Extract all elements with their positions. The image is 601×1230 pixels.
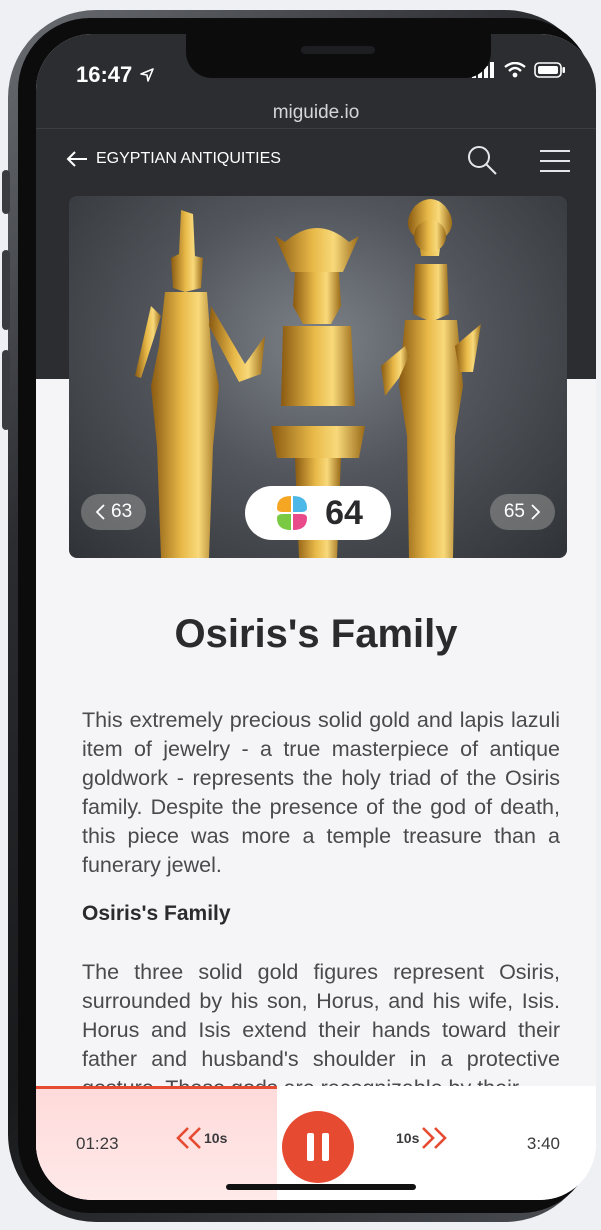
fast-forward-icon	[422, 1127, 448, 1149]
rewind-icon	[176, 1127, 201, 1149]
article-content: Osiris's Family This extremely precious …	[36, 34, 596, 1096]
screen: 16:47 miguide.io EGYPTIAN ANTIQUITIES 63…	[36, 34, 596, 1200]
volume-down-button	[2, 350, 10, 430]
total-time: 3:40	[526, 1134, 560, 1153]
notch	[186, 34, 491, 78]
audio-player: 01:23 10s 10s 3:40	[36, 1086, 596, 1200]
volume-up-button	[2, 250, 10, 330]
forward-10s-button[interactable]: 10s	[396, 1126, 448, 1150]
current-time: 01:23	[76, 1134, 119, 1153]
pause-button[interactable]	[282, 1111, 354, 1183]
pause-icon	[307, 1133, 314, 1161]
mute-switch	[2, 170, 10, 214]
forward-label: 10s	[396, 1130, 420, 1146]
progress-fill	[36, 1086, 277, 1200]
progress-bar[interactable]	[36, 1086, 277, 1089]
speaker-grille	[301, 46, 375, 54]
rewind-10s-button[interactable]: 10s	[176, 1126, 227, 1150]
home-indicator[interactable]	[226, 1184, 416, 1190]
article-title: Osiris's Family	[174, 612, 458, 656]
article-paragraph: The three solid gold figures represent O…	[82, 960, 560, 1096]
article-paragraph: This extremely precious solid gold and l…	[82, 708, 560, 877]
article-subheading: Osiris's Family	[82, 902, 231, 925]
rewind-label: 10s	[204, 1130, 228, 1146]
